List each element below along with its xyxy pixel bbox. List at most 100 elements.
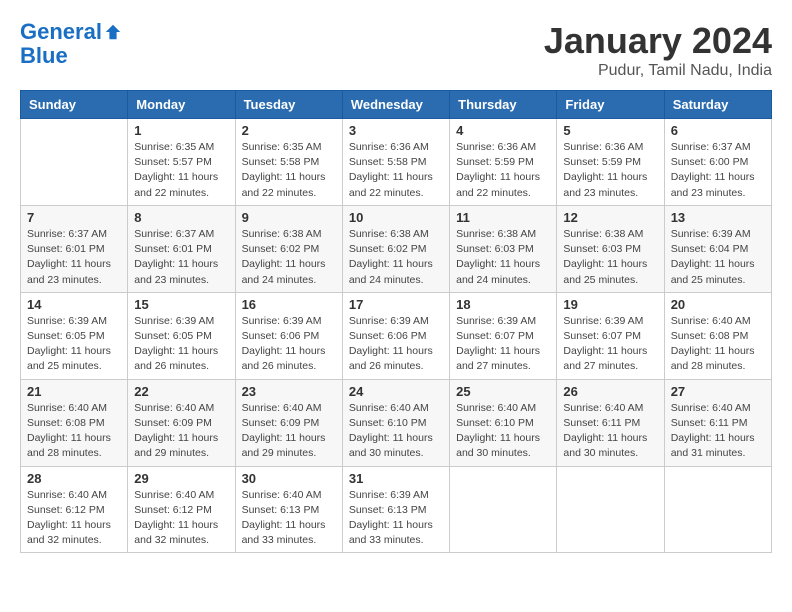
day-number: 24 xyxy=(349,384,443,399)
day-info: Sunrise: 6:39 AM Sunset: 6:05 PM Dayligh… xyxy=(134,314,228,375)
weekday-header-cell: Saturday xyxy=(664,91,771,119)
calendar-cell: 16 Sunrise: 6:39 AM Sunset: 6:06 PM Dayli… xyxy=(235,292,342,379)
calendar-week-row: 1 Sunrise: 6:35 AM Sunset: 5:57 PM Daylig… xyxy=(21,119,772,206)
weekday-header-cell: Monday xyxy=(128,91,235,119)
calendar-cell: 8 Sunrise: 6:37 AM Sunset: 6:01 PM Daylig… xyxy=(128,205,235,292)
day-number: 25 xyxy=(456,384,550,399)
calendar-cell: 2 Sunrise: 6:35 AM Sunset: 5:58 PM Daylig… xyxy=(235,119,342,206)
day-info: Sunrise: 6:39 AM Sunset: 6:04 PM Dayligh… xyxy=(671,227,765,288)
calendar-week-row: 28 Sunrise: 6:40 AM Sunset: 6:12 PM Dayli… xyxy=(21,466,772,553)
calendar-cell: 5Sunrise: 6:36 AM Sunset: 5:59 PM Daylig… xyxy=(557,119,664,206)
calendar-cell: 30 Sunrise: 6:40 AM Sunset: 6:13 PM Dayli… xyxy=(235,466,342,553)
calendar-body: 1 Sunrise: 6:35 AM Sunset: 5:57 PM Daylig… xyxy=(21,119,772,553)
day-info: Sunrise: 6:40 AM Sunset: 6:11 PM Dayligh… xyxy=(671,401,765,462)
day-info: Sunrise: 6:38 AM Sunset: 6:03 PM Dayligh… xyxy=(563,227,657,288)
day-number: 2 xyxy=(242,123,336,138)
day-info: Sunrise: 6:38 AM Sunset: 6:02 PM Dayligh… xyxy=(349,227,443,288)
day-number: 3 xyxy=(349,123,443,138)
calendar-cell: 21Sunrise: 6:40 AM Sunset: 6:08 PM Dayli… xyxy=(21,379,128,466)
day-number: 14 xyxy=(27,297,121,312)
day-info: Sunrise: 6:37 AM Sunset: 6:00 PM Dayligh… xyxy=(671,140,765,201)
day-info: Sunrise: 6:40 AM Sunset: 6:12 PM Dayligh… xyxy=(27,488,121,549)
calendar-cell: 20Sunrise: 6:40 AM Sunset: 6:08 PM Dayli… xyxy=(664,292,771,379)
day-number: 28 xyxy=(27,471,121,486)
day-info: Sunrise: 6:36 AM Sunset: 5:58 PM Dayligh… xyxy=(349,140,443,201)
day-number: 16 xyxy=(242,297,336,312)
calendar-title: January 2024 xyxy=(544,20,772,62)
day-number: 9 xyxy=(242,210,336,225)
day-info: Sunrise: 6:40 AM Sunset: 6:09 PM Dayligh… xyxy=(134,401,228,462)
day-info: Sunrise: 6:40 AM Sunset: 6:13 PM Dayligh… xyxy=(242,488,336,549)
calendar-cell: 15Sunrise: 6:39 AM Sunset: 6:05 PM Dayli… xyxy=(128,292,235,379)
calendar-cell: 26Sunrise: 6:40 AM Sunset: 6:11 PM Dayli… xyxy=(557,379,664,466)
page-header: General Blue January 2024 Pudur, Tamil N… xyxy=(20,20,772,80)
day-number: 19 xyxy=(563,297,657,312)
day-info: Sunrise: 6:39 AM Sunset: 6:06 PM Dayligh… xyxy=(349,314,443,375)
calendar-week-row: 21Sunrise: 6:40 AM Sunset: 6:08 PM Dayli… xyxy=(21,379,772,466)
day-number: 6 xyxy=(671,123,765,138)
day-info: Sunrise: 6:38 AM Sunset: 6:02 PM Dayligh… xyxy=(242,227,336,288)
calendar-subtitle: Pudur, Tamil Nadu, India xyxy=(544,62,772,80)
day-number: 22 xyxy=(134,384,228,399)
calendar-cell: 1 Sunrise: 6:35 AM Sunset: 5:57 PM Daylig… xyxy=(128,119,235,206)
day-info: Sunrise: 6:38 AM Sunset: 6:03 PM Dayligh… xyxy=(456,227,550,288)
calendar-cell: 31 Sunrise: 6:39 AM Sunset: 6:13 PM Dayli… xyxy=(342,466,449,553)
calendar-cell: 13 Sunrise: 6:39 AM Sunset: 6:04 PM Dayli… xyxy=(664,205,771,292)
day-number: 10 xyxy=(349,210,443,225)
calendar-cell: 28 Sunrise: 6:40 AM Sunset: 6:12 PM Dayli… xyxy=(21,466,128,553)
day-info: Sunrise: 6:40 AM Sunset: 6:12 PM Dayligh… xyxy=(134,488,228,549)
day-number: 31 xyxy=(349,471,443,486)
day-number: 4 xyxy=(456,123,550,138)
weekday-header-cell: Wednesday xyxy=(342,91,449,119)
title-area: January 2024 Pudur, Tamil Nadu, India xyxy=(544,20,772,80)
day-info: Sunrise: 6:39 AM Sunset: 6:06 PM Dayligh… xyxy=(242,314,336,375)
day-number: 17 xyxy=(349,297,443,312)
calendar-cell: 4 Sunrise: 6:36 AM Sunset: 5:59 PM Daylig… xyxy=(450,119,557,206)
weekday-header-row: SundayMondayTuesdayWednesdayThursdayFrid… xyxy=(21,91,772,119)
calendar-cell: 25 Sunrise: 6:40 AM Sunset: 6:10 PM Dayli… xyxy=(450,379,557,466)
calendar-cell: 23Sunrise: 6:40 AM Sunset: 6:09 PM Dayli… xyxy=(235,379,342,466)
calendar-table: SundayMondayTuesdayWednesdayThursdayFrid… xyxy=(20,90,772,553)
day-number: 1 xyxy=(134,123,228,138)
calendar-cell: 18Sunrise: 6:39 AM Sunset: 6:07 PM Dayli… xyxy=(450,292,557,379)
calendar-cell: 14 Sunrise: 6:39 AM Sunset: 6:05 PM Dayli… xyxy=(21,292,128,379)
calendar-cell: 11Sunrise: 6:38 AM Sunset: 6:03 PM Dayli… xyxy=(450,205,557,292)
day-info: Sunrise: 6:40 AM Sunset: 6:10 PM Dayligh… xyxy=(349,401,443,462)
day-info: Sunrise: 6:40 AM Sunset: 6:08 PM Dayligh… xyxy=(671,314,765,375)
calendar-cell: 27Sunrise: 6:40 AM Sunset: 6:11 PM Dayli… xyxy=(664,379,771,466)
calendar-cell: 29Sunrise: 6:40 AM Sunset: 6:12 PM Dayli… xyxy=(128,466,235,553)
day-number: 23 xyxy=(242,384,336,399)
logo: General Blue xyxy=(20,20,122,68)
day-info: Sunrise: 6:39 AM Sunset: 6:05 PM Dayligh… xyxy=(27,314,121,375)
calendar-cell xyxy=(21,119,128,206)
calendar-cell: 9 Sunrise: 6:38 AM Sunset: 6:02 PM Daylig… xyxy=(235,205,342,292)
calendar-cell xyxy=(557,466,664,553)
day-info: Sunrise: 6:35 AM Sunset: 5:57 PM Dayligh… xyxy=(134,140,228,201)
calendar-cell: 24 Sunrise: 6:40 AM Sunset: 6:10 PM Dayli… xyxy=(342,379,449,466)
weekday-header-cell: Friday xyxy=(557,91,664,119)
calendar-cell xyxy=(664,466,771,553)
day-info: Sunrise: 6:40 AM Sunset: 6:10 PM Dayligh… xyxy=(456,401,550,462)
day-number: 30 xyxy=(242,471,336,486)
day-info: Sunrise: 6:39 AM Sunset: 6:13 PM Dayligh… xyxy=(349,488,443,549)
day-number: 21 xyxy=(27,384,121,399)
calendar-cell: 19 Sunrise: 6:39 AM Sunset: 6:07 PM Dayli… xyxy=(557,292,664,379)
day-number: 26 xyxy=(563,384,657,399)
calendar-cell: 6 Sunrise: 6:37 AM Sunset: 6:00 PM Daylig… xyxy=(664,119,771,206)
day-info: Sunrise: 6:37 AM Sunset: 6:01 PM Dayligh… xyxy=(134,227,228,288)
logo-text: General xyxy=(20,20,102,44)
logo-blue-text: Blue xyxy=(20,44,68,68)
day-info: Sunrise: 6:37 AM Sunset: 6:01 PM Dayligh… xyxy=(27,227,121,288)
calendar-cell xyxy=(450,466,557,553)
day-number: 8 xyxy=(134,210,228,225)
day-info: Sunrise: 6:39 AM Sunset: 6:07 PM Dayligh… xyxy=(563,314,657,375)
day-info: Sunrise: 6:35 AM Sunset: 5:58 PM Dayligh… xyxy=(242,140,336,201)
calendar-cell: 7Sunrise: 6:37 AM Sunset: 6:01 PM Daylig… xyxy=(21,205,128,292)
logo-icon xyxy=(104,23,122,41)
weekday-header-cell: Thursday xyxy=(450,91,557,119)
calendar-cell: 17 Sunrise: 6:39 AM Sunset: 6:06 PM Dayli… xyxy=(342,292,449,379)
day-number: 13 xyxy=(671,210,765,225)
day-info: Sunrise: 6:36 AM Sunset: 5:59 PM Dayligh… xyxy=(563,140,657,201)
day-info: Sunrise: 6:36 AM Sunset: 5:59 PM Dayligh… xyxy=(456,140,550,201)
day-info: Sunrise: 6:39 AM Sunset: 6:07 PM Dayligh… xyxy=(456,314,550,375)
